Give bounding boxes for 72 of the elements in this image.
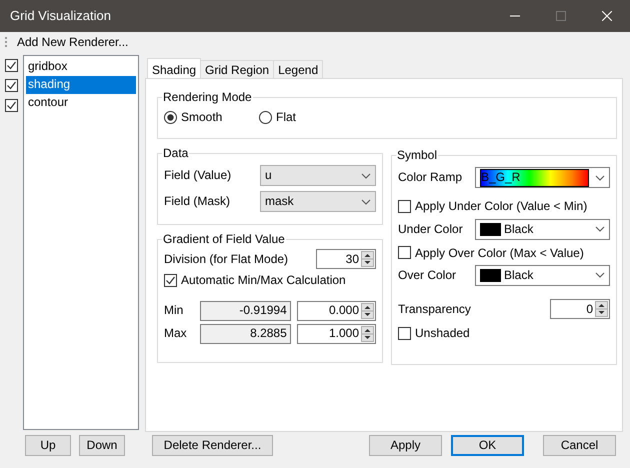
field-label: Min	[164, 303, 184, 318]
field-label: Color Ramp	[398, 170, 464, 185]
checkbox-label: Unshaded	[415, 326, 470, 340]
minimize-icon[interactable]	[510, 15, 520, 17]
spinner-arrows-icon[interactable]	[361, 326, 374, 342]
group-title: Gradient of Field Value	[162, 233, 286, 246]
checkbox[interactable]	[164, 274, 177, 287]
checkbox[interactable]	[5, 79, 18, 92]
dialog-button[interactable]: Cancel	[543, 435, 616, 456]
dropdown[interactable]: u	[260, 165, 376, 186]
caret-icon	[361, 172, 371, 179]
renderer-item[interactable]: contour	[26, 94, 136, 112]
spin-field[interactable]: 0.000	[296, 300, 376, 321]
tab[interactable]: Legend	[273, 60, 324, 78]
spinner-arrows-icon[interactable]	[361, 302, 374, 319]
spin-field[interactable]: 1.000	[296, 324, 376, 344]
delete-renderer-button[interactable]: Delete Renderer...	[152, 435, 273, 456]
radio-button[interactable]	[164, 110, 177, 124]
dialog-button[interactable]: OK	[451, 435, 524, 456]
group-title: Rendering Mode	[162, 91, 253, 104]
dropdown[interactable]: Black	[475, 218, 610, 240]
renderer-item[interactable]: gridbox	[26, 58, 136, 76]
dropdown-value: u	[265, 168, 273, 183]
spinner-arrows-icon[interactable]	[595, 300, 608, 317]
add-renderer-button[interactable]: Add New Renderer...	[15, 34, 130, 50]
spin-value: 1.000	[328, 326, 359, 341]
field-label: Max	[164, 326, 188, 341]
spinner-arrows-icon[interactable]	[361, 251, 374, 268]
field-label: Transparency	[398, 302, 472, 316]
group-title: Symbol	[396, 149, 438, 162]
field-label: Division (for Flat Mode)	[164, 252, 290, 266]
field-label: Field (Value)	[164, 168, 232, 183]
checkbox[interactable]	[5, 99, 18, 112]
option-label: Smooth	[181, 110, 222, 125]
dropdown-value: Black	[504, 222, 534, 236]
field-label: Field (Mask)	[164, 194, 232, 209]
field-value: 8.2885	[250, 326, 287, 341]
dropdown-value: Black	[504, 268, 534, 283]
radio-button[interactable]	[259, 110, 272, 124]
checkbox[interactable]	[5, 59, 18, 72]
field-value: -0.91994	[239, 303, 287, 318]
caret-icon	[361, 198, 371, 205]
close-icon[interactable]	[602, 11, 612, 21]
field-label: Over Color	[398, 268, 458, 283]
tab[interactable]: Grid Region	[200, 60, 274, 78]
spin-value: 0	[586, 302, 593, 316]
spin-field[interactable]: 0	[550, 298, 610, 319]
dropdown[interactable]: mask	[260, 191, 376, 212]
caret-icon	[595, 174, 605, 181]
field-label: Under Color	[398, 222, 464, 236]
spin-value: 0.000	[328, 303, 359, 318]
dropdown[interactable]: Black	[475, 264, 610, 286]
spin-value: 30	[346, 252, 359, 266]
up-button[interactable]: Up	[25, 435, 71, 456]
checkbox-label: Automatic Min/Max Calculation	[181, 273, 346, 288]
caret-icon	[595, 226, 605, 232]
dropdown-value: mask	[265, 194, 295, 209]
caret-icon	[595, 272, 605, 278]
checkbox-label: Apply Under Color (Value < Min)	[415, 199, 588, 214]
checkbox[interactable]	[398, 200, 411, 213]
grip-icon[interactable]	[4, 36, 7, 48]
renderer-item[interactable]: shading	[26, 76, 136, 94]
window-title: Grid Visualization	[10, 8, 112, 24]
checkbox[interactable]	[398, 326, 411, 340]
tab[interactable]: Shading	[147, 58, 202, 78]
group-title: Data	[162, 147, 190, 160]
dialog-button[interactable]: Apply	[369, 435, 442, 456]
checkbox-label: Apply Over Color (Max < Value)	[415, 246, 584, 260]
option-label: Flat	[276, 110, 296, 125]
checkbox[interactable]	[398, 246, 411, 260]
down-button[interactable]: Down	[79, 435, 125, 456]
spin-field[interactable]: 30	[316, 249, 376, 270]
